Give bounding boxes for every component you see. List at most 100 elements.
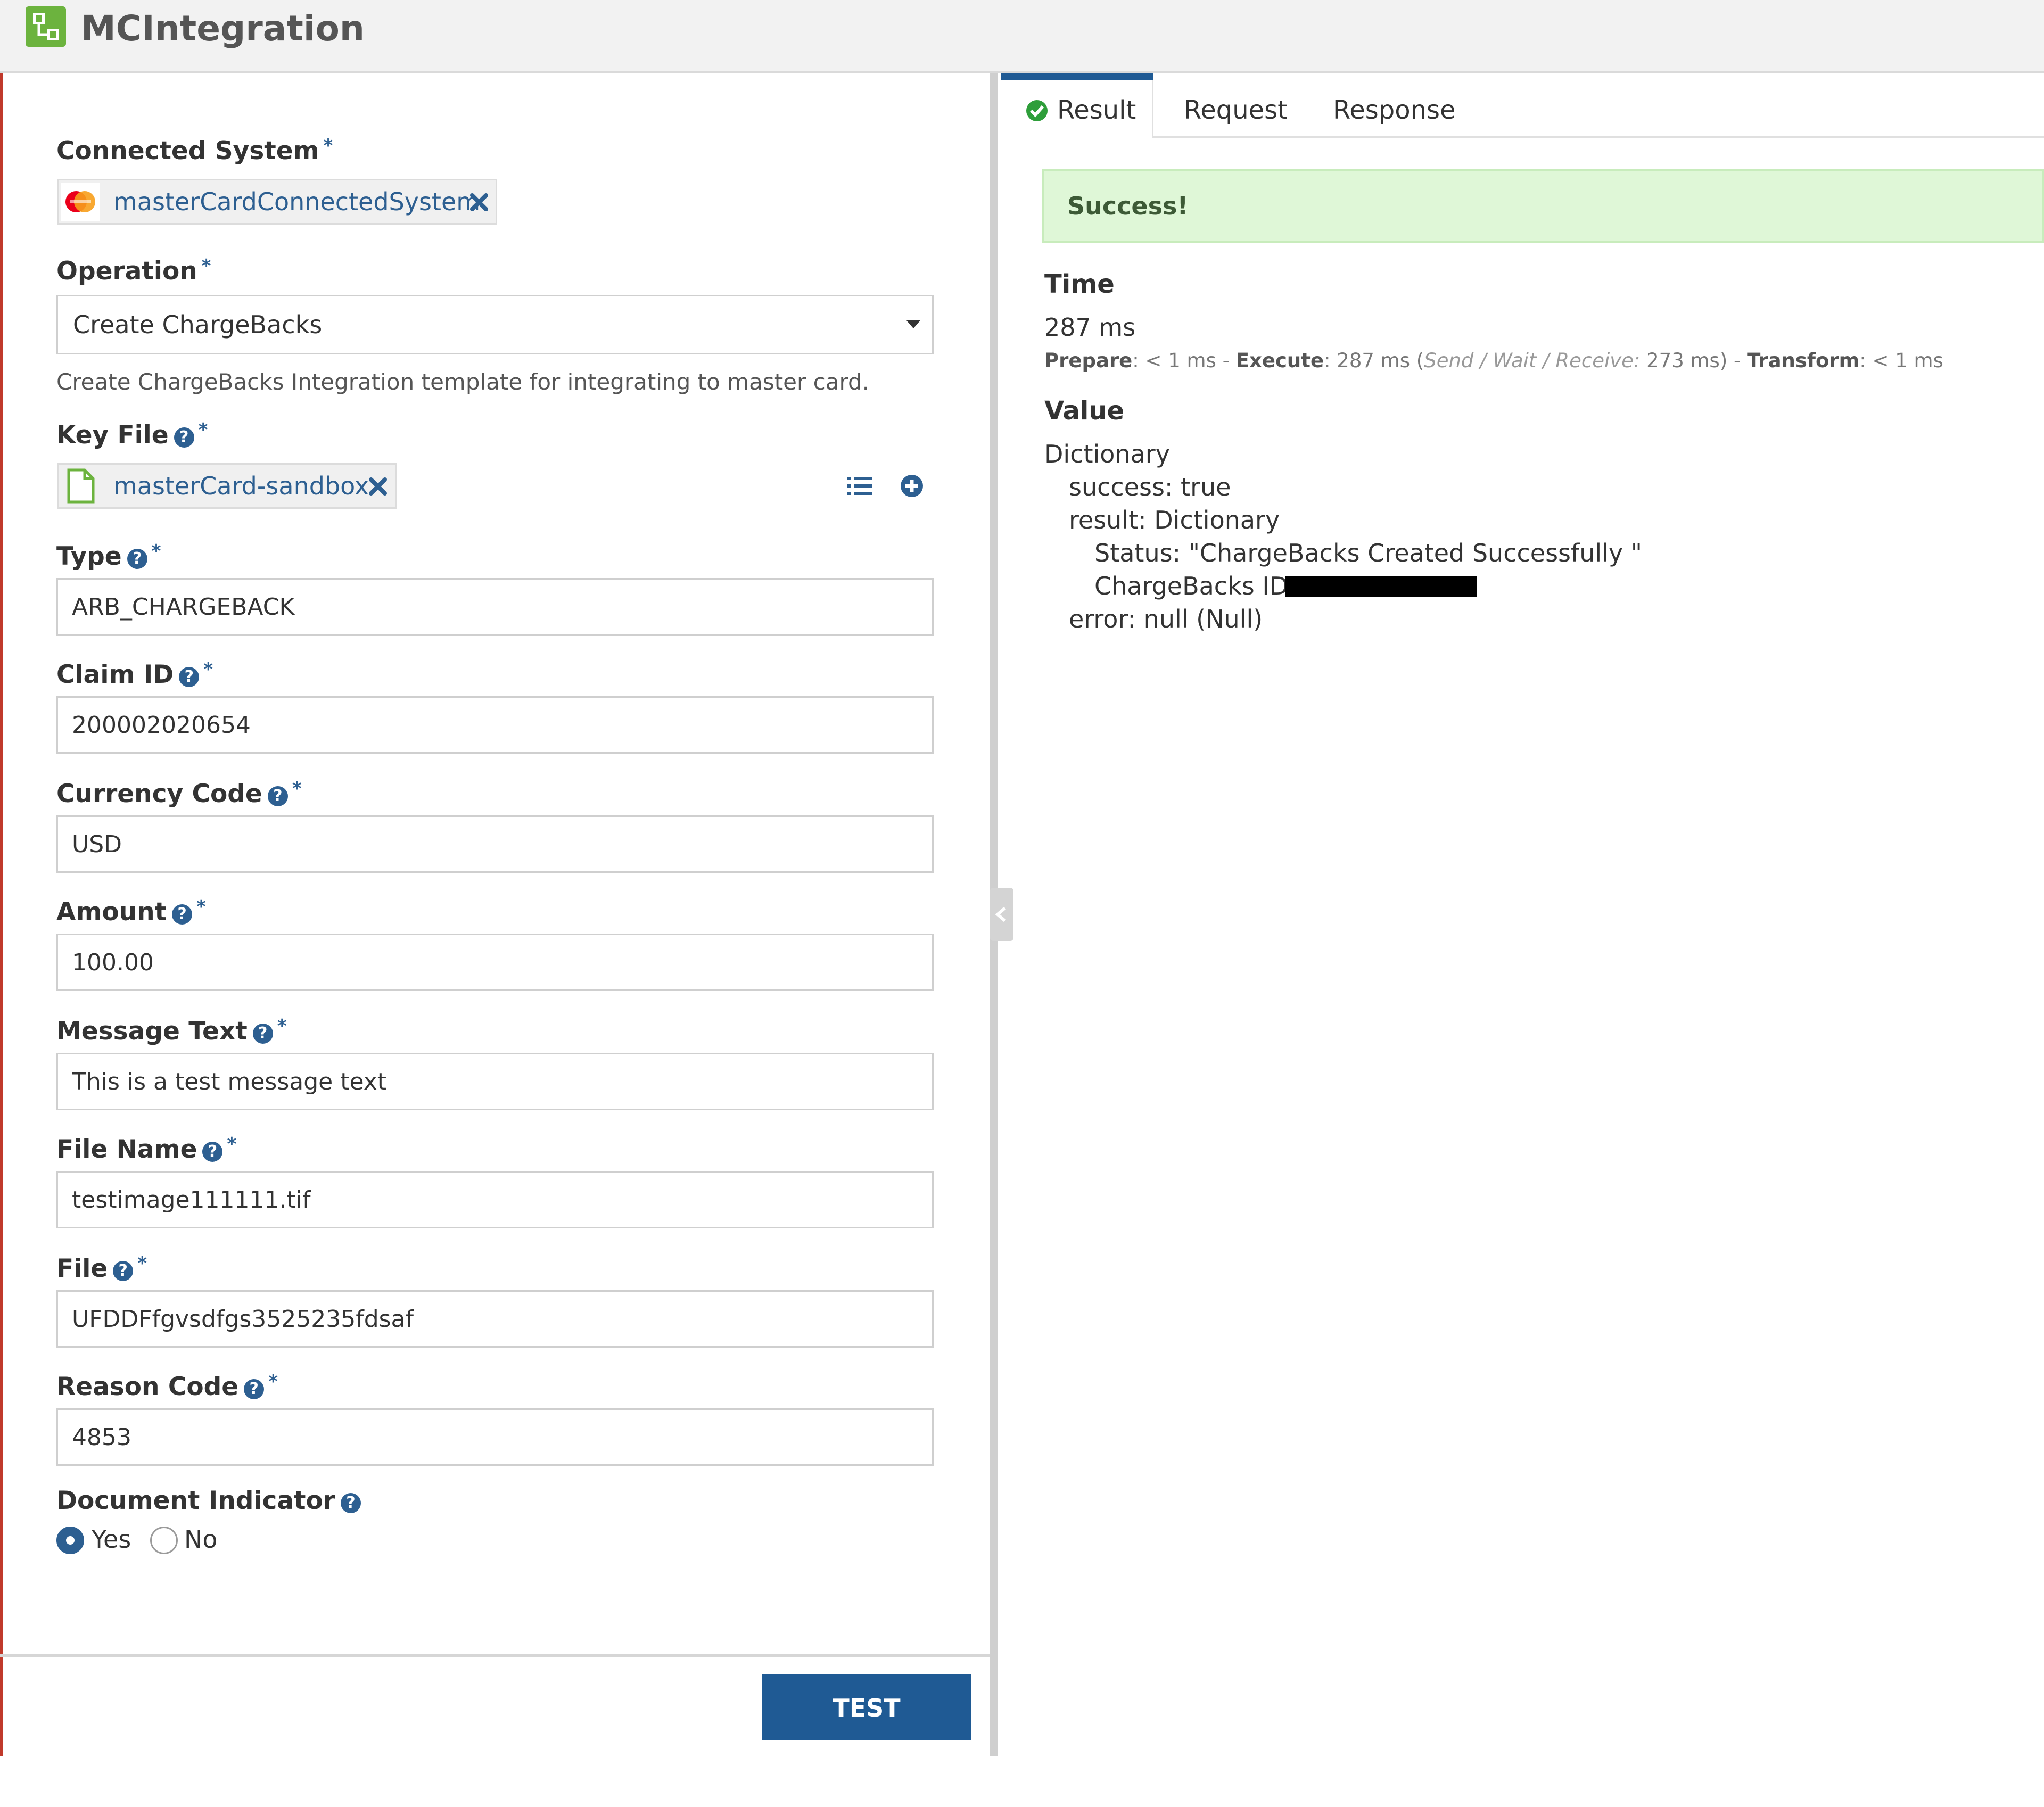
file-input[interactable] (56, 1290, 934, 1348)
time-heading: Time (1044, 269, 1115, 299)
help-icon[interactable]: ? (113, 1261, 134, 1281)
document-indicator-yes-label[interactable]: Yes (92, 1523, 131, 1555)
file-label-text: File (56, 1254, 108, 1283)
help-icon[interactable]: ? (172, 904, 193, 925)
tab-result[interactable]: Result (1057, 92, 1136, 129)
chevron-down-icon (906, 320, 920, 328)
help-icon[interactable]: ? (202, 1142, 223, 1162)
type-input[interactable] (56, 578, 934, 636)
list-icon[interactable] (846, 473, 873, 501)
required-marker: * (277, 1016, 287, 1037)
type-label: Type? * (56, 535, 161, 573)
value-line: ChargeBacks ID: (1094, 572, 1297, 600)
value-line: result: Dictionary (1069, 506, 1280, 534)
transform-value: : < 1 ms (1859, 349, 1943, 372)
app-title: MCIntegration (81, 8, 365, 49)
required-marker: * (268, 1371, 278, 1392)
help-icon[interactable]: ? (244, 1379, 265, 1399)
required-marker: * (292, 778, 302, 799)
required-marker: * (137, 1253, 147, 1274)
required-marker: * (196, 896, 206, 918)
key-file-value: masterCard-sandbox (113, 472, 369, 500)
document-indicator-label-text: Document Indicator (56, 1486, 335, 1515)
type-label-text: Type (56, 542, 122, 571)
success-banner: Success! (1042, 169, 2044, 243)
claim-id-label: Claim ID? * (56, 654, 213, 691)
connected-system-label-text: Connected System (56, 136, 319, 166)
currency-code-input[interactable] (56, 815, 934, 873)
operation-select[interactable]: Create ChargeBacks (56, 295, 934, 354)
tabs-underline (1153, 136, 2044, 138)
help-icon[interactable]: ? (267, 786, 288, 806)
document-indicator-no-label[interactable]: No (184, 1523, 218, 1555)
value-line: Dictionary (1044, 440, 1170, 468)
active-tab-indicator (1001, 73, 1153, 80)
time-value: 287 ms (1044, 313, 1136, 342)
timing-breakdown: Prepare: < 1 ms - Execute: 287 ms (Send … (1044, 346, 1943, 376)
remove-connected-system-icon[interactable] (469, 192, 489, 212)
transform-label: Transform (1747, 349, 1860, 372)
claim-id-input[interactable] (56, 696, 934, 754)
key-file-label-text: Key File (56, 420, 169, 450)
required-marker: * (201, 255, 211, 277)
connected-system-label: Connected System * (56, 130, 333, 167)
tab-response[interactable]: Response (1333, 92, 1456, 129)
execute-label: Execute (1235, 349, 1324, 372)
success-message: Success! (1067, 192, 1189, 220)
file-name-label-text: File Name (56, 1135, 197, 1164)
amount-label-text: Amount (56, 897, 167, 927)
help-icon[interactable]: ? (174, 427, 194, 448)
connected-system-value: masterCardConnectedSystem (113, 187, 481, 216)
help-icon[interactable]: ? (340, 1493, 361, 1513)
chevron-left-icon (995, 906, 1006, 922)
help-icon[interactable]: ? (179, 667, 200, 687)
redacted-id-block (1285, 576, 1477, 597)
file-name-input[interactable] (56, 1171, 934, 1228)
remove-key-file-icon[interactable] (368, 476, 388, 497)
required-marker: * (203, 659, 213, 680)
document-indicator-yes-radio[interactable] (56, 1527, 84, 1554)
operation-description: Create ChargeBacks Integration template … (56, 369, 870, 395)
execute-value: : 287 ms ( (1324, 349, 1424, 372)
value-line: success: true (1069, 473, 1231, 501)
currency-code-label-text: Currency Code (56, 779, 262, 808)
message-text-label: Message Text? * (56, 1010, 286, 1047)
test-request-button[interactable]: TEST REQUEST (762, 1674, 971, 1788)
help-icon[interactable]: ? (252, 1024, 273, 1044)
operation-label: Operation * (56, 250, 211, 287)
file-name-label: File Name? * (56, 1128, 236, 1166)
tab-request[interactable]: Request (1184, 92, 1288, 129)
document-icon (61, 467, 100, 505)
prepare-value: : < 1 ms - (1132, 349, 1236, 372)
message-text-label-text: Message Text (56, 1017, 248, 1046)
required-marker: * (151, 541, 161, 562)
amount-input[interactable] (56, 934, 934, 991)
success-check-icon (1026, 100, 1048, 121)
reason-code-label-text: Reason Code (56, 1372, 239, 1401)
operation-label-text: Operation (56, 257, 197, 286)
prepare-label: Prepare (1044, 349, 1133, 372)
document-indicator-label: Document Indicator? (56, 1485, 361, 1517)
key-file-label: Key File? * (56, 414, 208, 451)
connected-system-chip[interactable]: masterCardConnectedSystem (57, 179, 497, 225)
help-icon[interactable]: ? (127, 549, 147, 569)
required-marker: * (323, 135, 333, 156)
key-file-chip[interactable]: masterCard-sandbox (57, 463, 397, 509)
currency-code-label: Currency Code? * (56, 773, 302, 810)
form-footer-divider (0, 1654, 990, 1657)
reason-code-input[interactable] (56, 1408, 934, 1466)
integration-icon (26, 6, 66, 47)
send-wait-receive-value: 273 ms) - (1640, 349, 1748, 372)
required-marker: * (227, 1134, 237, 1155)
title-bar: MCIntegration (0, 0, 2044, 73)
message-text-input[interactable] (56, 1053, 934, 1110)
collapse-panel-handle[interactable] (990, 888, 1013, 941)
value-line: error: null (Null) (1069, 605, 1263, 633)
add-circle-icon[interactable] (899, 473, 925, 501)
claim-id-label-text: Claim ID (56, 660, 174, 689)
document-indicator-no-radio[interactable] (150, 1527, 178, 1554)
value-line: Status: "ChargeBacks Created Successfull… (1094, 539, 1642, 567)
required-marker: * (198, 419, 208, 441)
file-label: File? * (56, 1248, 147, 1285)
value-heading: Value (1044, 396, 1125, 426)
